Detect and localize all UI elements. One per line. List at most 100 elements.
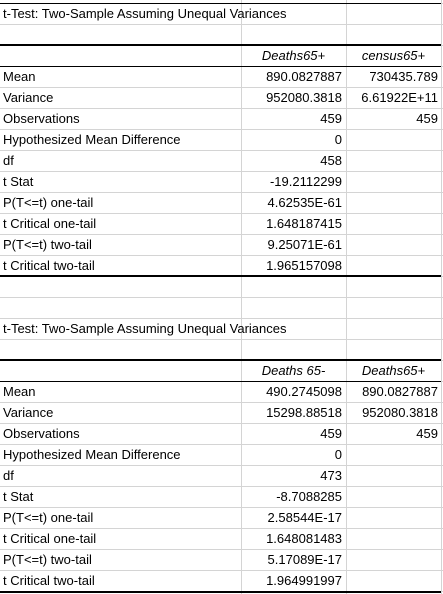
row-value-2 (346, 444, 441, 465)
gridline-h (0, 339, 443, 340)
table-row[interactable]: Observations 459 459 (0, 108, 443, 129)
table2-title: t-Test: Two-Sample Assuming Unequal Vari… (3, 321, 287, 336)
gridline-h (0, 24, 443, 25)
row-label: t Critical one-tail (3, 216, 97, 231)
row-label: t Critical two-tail (3, 573, 95, 588)
row-value-1: 1.648081483 (266, 531, 342, 546)
table-border-line (0, 44, 441, 46)
table-row[interactable]: Variance 15298.88518 952080.3818 (0, 402, 443, 423)
table2-col-header-2: Deaths65+ (361, 363, 426, 378)
row-value-2 (346, 549, 441, 570)
table2-header-row[interactable]: Deaths 65- Deaths65+ (0, 360, 443, 381)
row-label: Variance (3, 405, 54, 420)
row-label: Mean (3, 69, 36, 84)
table-border-line (0, 381, 441, 382)
table-row[interactable]: P(T<=t) two-tail 5.17089E-17 (0, 549, 443, 570)
table2-title-row[interactable]: t-Test: Two-Sample Assuming Unequal Vari… (0, 318, 443, 339)
row-value-2 (346, 570, 441, 591)
row-label: Observations (3, 426, 80, 441)
row-value-2: 730435.789 (369, 69, 438, 84)
row-label: Variance (3, 90, 54, 105)
table2-col-header-1: Deaths 65- (261, 363, 326, 378)
table-border-line (0, 3, 441, 4)
row-value-1: -8.7088285 (276, 489, 342, 504)
row-value-1: 1.965157098 (266, 258, 342, 273)
table1-col-header-1: Deaths65+ (261, 48, 326, 63)
row-value-2 (346, 486, 441, 507)
table-row[interactable]: Hypothesized Mean Difference 0 (0, 129, 443, 150)
table-row[interactable]: t Stat -19.2112299 (0, 171, 443, 192)
table1-col-header-2: census65+ (361, 48, 426, 63)
row-value-1: 15298.88518 (266, 405, 342, 420)
row-value-1: 952080.3818 (266, 90, 342, 105)
table-border-line (0, 66, 441, 67)
row-label: P(T<=t) one-tail (3, 195, 94, 210)
table-row[interactable]: t Critical two-tail 1.965157098 (0, 255, 443, 276)
table-row[interactable]: df 473 (0, 465, 443, 486)
table1-title: t-Test: Two-Sample Assuming Unequal Vari… (3, 6, 287, 21)
row-label: Observations (3, 111, 80, 126)
table-row[interactable]: P(T<=t) two-tail 9.25071E-61 (0, 234, 443, 255)
row-value-2: 890.0827887 (362, 384, 438, 399)
row-label: P(T<=t) two-tail (3, 237, 92, 252)
row-value-1: 473 (320, 468, 342, 483)
row-label: Hypothesized Mean Difference (3, 132, 181, 147)
row-label: P(T<=t) two-tail (3, 552, 92, 567)
row-label: t Stat (3, 174, 34, 189)
row-value-1: 459 (320, 111, 342, 126)
table-row[interactable]: Mean 490.2745098 890.0827887 (0, 381, 443, 402)
row-label: P(T<=t) one-tail (3, 510, 94, 525)
row-value-1: 459 (320, 426, 342, 441)
row-value-1: 9.25071E-61 (267, 237, 342, 252)
table-row[interactable]: Mean 890.0827887 730435.789 (0, 66, 443, 87)
row-value-1: 1.648187415 (266, 216, 342, 231)
row-value-2 (346, 255, 441, 276)
table-row[interactable]: df 458 (0, 150, 443, 171)
row-value-2 (346, 150, 441, 171)
row-value-2: 459 (416, 111, 438, 126)
table-border-line (0, 591, 441, 593)
table-row[interactable]: t Critical one-tail 1.648187415 (0, 213, 443, 234)
row-value-1: 458 (320, 153, 342, 168)
table-row[interactable]: P(T<=t) one-tail 2.58544E-17 (0, 507, 443, 528)
table-row[interactable]: P(T<=t) one-tail 4.62535E-61 (0, 192, 443, 213)
row-value-1: 490.2745098 (266, 384, 342, 399)
table-row[interactable]: Hypothesized Mean Difference 0 (0, 444, 443, 465)
row-value-1: -19.2112299 (269, 174, 342, 189)
row-value-2 (346, 528, 441, 549)
table-row[interactable]: t Critical two-tail 1.964991997 (0, 570, 443, 591)
row-label: t Critical one-tail (3, 531, 97, 546)
table-border-line (0, 359, 441, 361)
row-value-2 (346, 465, 441, 486)
table-row[interactable]: t Critical one-tail 1.648081483 (0, 528, 443, 549)
table1-header-row[interactable]: Deaths65+ census65+ (0, 45, 443, 66)
row-value-2: 952080.3818 (362, 405, 438, 420)
table-border-line (0, 275, 441, 277)
row-value-1: 890.0827887 (266, 69, 342, 84)
table1-title-row[interactable]: t-Test: Two-Sample Assuming Unequal Vari… (0, 3, 443, 24)
row-label: Hypothesized Mean Difference (3, 447, 181, 462)
row-label: Mean (3, 384, 36, 399)
row-value-1: 4.62535E-61 (267, 195, 342, 210)
table-row[interactable]: t Stat -8.7088285 (0, 486, 443, 507)
row-value-2 (346, 234, 441, 255)
row-value-1: 2.58544E-17 (267, 510, 342, 525)
table-row[interactable]: Variance 952080.3818 6.61922E+11 (0, 87, 443, 108)
row-label: df (3, 468, 14, 483)
row-label: df (3, 153, 14, 168)
row-value-1: 0 (334, 447, 342, 462)
gridline-h (0, 297, 443, 298)
row-value-2 (346, 171, 441, 192)
row-value-2 (346, 129, 441, 150)
row-value-1: 0 (334, 132, 342, 147)
row-value-2: 6.61922E+11 (361, 90, 438, 105)
spreadsheet-grid: t-Test: Two-Sample Assuming Unequal Vari… (0, 0, 443, 594)
row-value-2 (346, 213, 441, 234)
row-value-1: 1.964991997 (266, 573, 342, 588)
table-row[interactable]: Observations 459 459 (0, 423, 443, 444)
row-value-1: 5.17089E-17 (267, 552, 342, 567)
row-value-2: 459 (416, 426, 438, 441)
row-label: t Critical two-tail (3, 258, 95, 273)
row-value-2 (346, 192, 441, 213)
row-label: t Stat (3, 489, 34, 504)
